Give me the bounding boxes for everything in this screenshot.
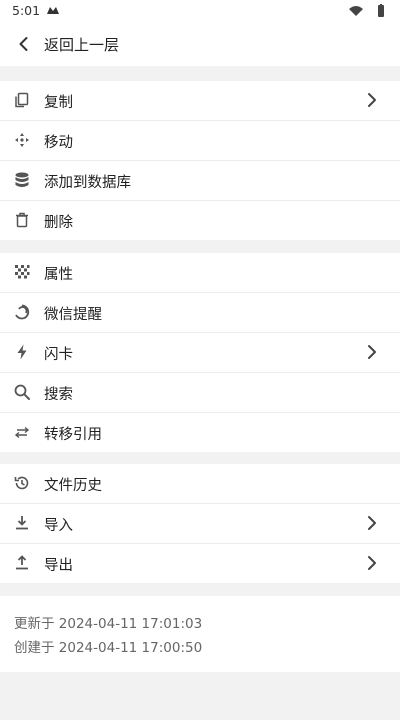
chevron-right-icon <box>368 516 376 530</box>
menu-item-export[interactable]: 导出 <box>0 544 400 583</box>
notification-app-icon <box>47 7 59 14</box>
menu-item-flashcard[interactable]: 闪卡 <box>0 333 400 373</box>
wechat-reminder-icon <box>15 304 30 320</box>
flash-icon <box>17 344 27 360</box>
search-icon <box>14 384 30 400</box>
transfer-icon <box>14 426 30 439</box>
menu-item-import[interactable]: 导入 <box>0 504 400 544</box>
created-timestamp: 创建于 2024-04-11 17:00:50 <box>14 640 203 656</box>
trash-icon <box>16 212 28 228</box>
header: 返回上一层 <box>0 22 400 66</box>
menu-item-label: 移动 <box>44 135 73 151</box>
menu-item-label: 复制 <box>44 95 73 111</box>
history-icon <box>14 476 29 490</box>
status-bar: 5:01 <box>0 0 400 22</box>
menu-item-label: 闪卡 <box>44 347 73 363</box>
menu-group-3: 文件历史 导入 导出 <box>0 464 400 583</box>
chevron-right-icon <box>368 93 376 107</box>
menu-group-2: 属性 微信提醒 闪卡 搜索 转移引用 <box>0 253 400 452</box>
menu-group-1: 复制 移动 添加到数据库 删除 <box>0 81 400 240</box>
menu-item-attributes[interactable]: 属性 <box>0 253 400 293</box>
copy-icon <box>15 92 29 108</box>
chevron-left-icon[interactable] <box>14 34 34 54</box>
wifi-icon <box>349 6 363 16</box>
menu-item-copy[interactable]: 复制 <box>0 81 400 121</box>
move-icon <box>15 133 29 147</box>
back-to-parent-button[interactable]: 返回上一层 <box>44 34 119 55</box>
menu-item-move[interactable]: 移动 <box>0 121 400 161</box>
status-right-icons <box>349 4 384 17</box>
menu-item-wechat-reminder[interactable]: 微信提醒 <box>0 293 400 333</box>
menu-item-add-to-database[interactable]: 添加到数据库 <box>0 161 400 201</box>
menu-item-label: 微信提醒 <box>44 307 102 323</box>
battery-icon <box>378 5 384 17</box>
menu-item-label: 搜索 <box>44 387 73 403</box>
menu-item-label: 导入 <box>44 518 73 534</box>
menu-item-label: 导出 <box>44 558 73 574</box>
chevron-right-icon <box>368 345 376 359</box>
menu-item-transfer-reference[interactable]: 转移引用 <box>0 413 400 452</box>
document-info: 更新于 2024-04-11 17:01:03 创建于 2024-04-11 1… <box>0 596 400 672</box>
menu-item-delete[interactable]: 删除 <box>0 201 400 240</box>
menu-item-file-history[interactable]: 文件历史 <box>0 464 400 504</box>
menu-item-label: 添加到数据库 <box>44 175 131 191</box>
menu-item-label: 转移引用 <box>44 427 102 443</box>
menu-item-label: 删除 <box>44 215 73 231</box>
menu-item-label: 文件历史 <box>44 478 102 494</box>
menu-item-search[interactable]: 搜索 <box>0 373 400 413</box>
chevron-right-icon <box>368 556 376 570</box>
updated-timestamp: 更新于 2024-04-11 17:01:03 <box>14 616 203 632</box>
attributes-icon <box>15 265 30 279</box>
export-icon <box>16 555 28 570</box>
status-time: 5:01 <box>12 3 41 18</box>
menu-item-label: 属性 <box>44 267 73 283</box>
import-icon <box>16 516 28 530</box>
database-icon <box>15 172 29 187</box>
